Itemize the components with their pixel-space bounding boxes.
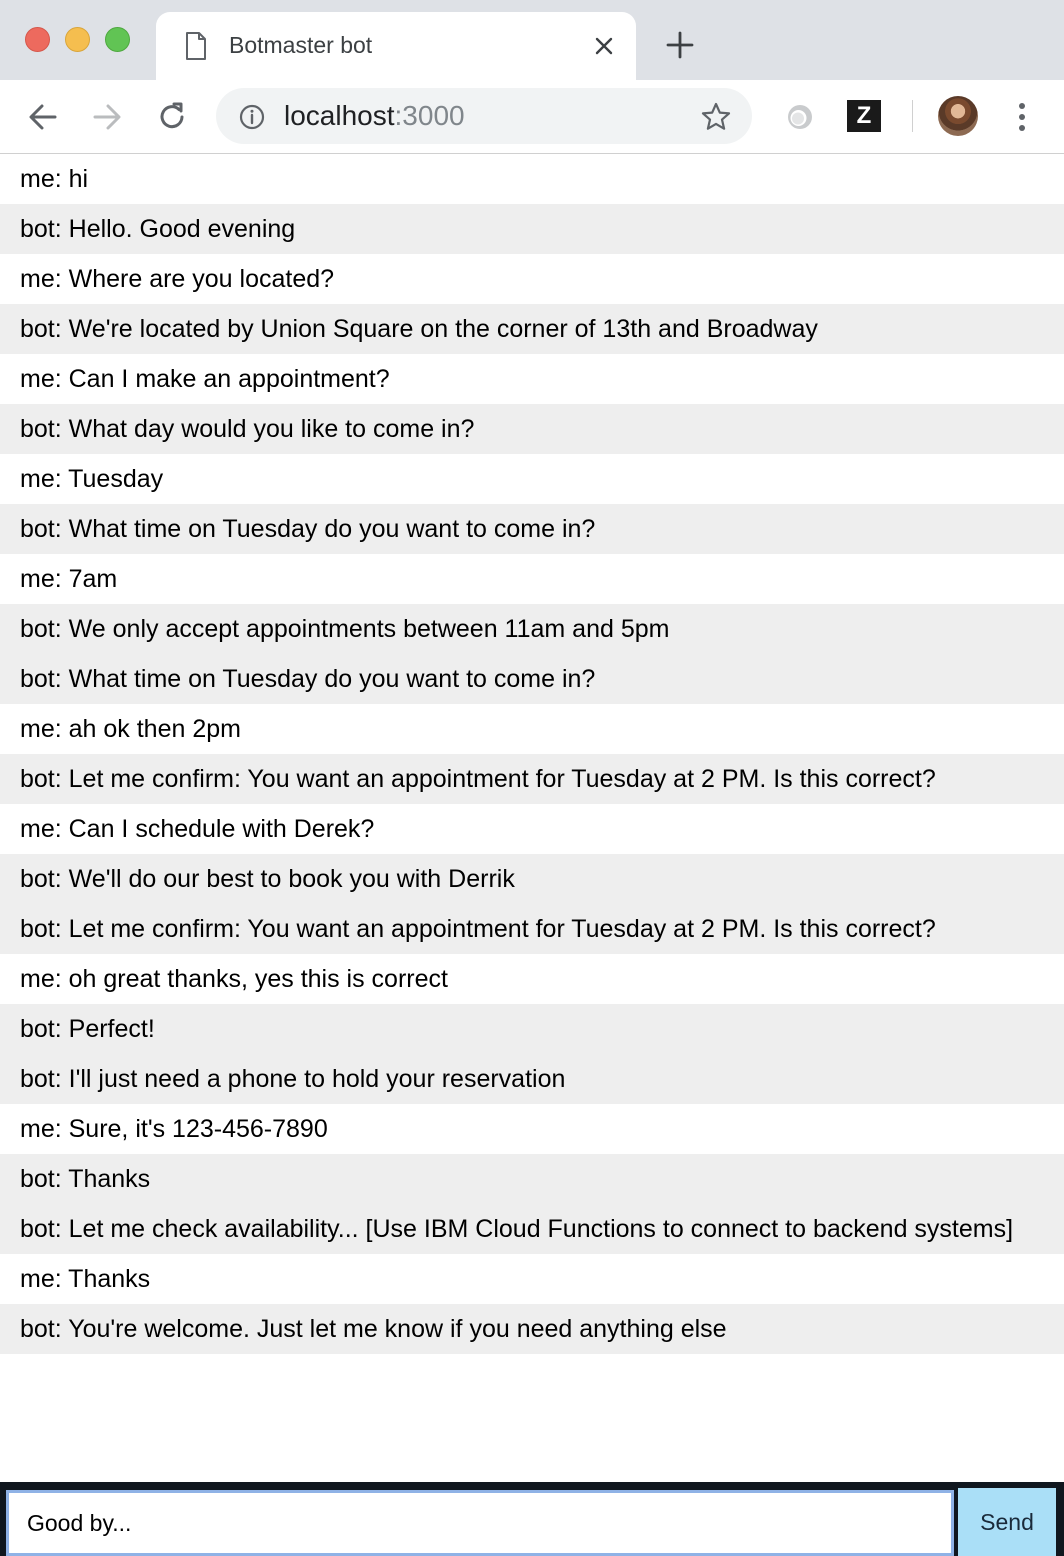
chat-message: bot: What time on Tuesday do you want to… [0,654,1064,704]
extension-z-icon[interactable]: Z [847,100,881,132]
chat-message: bot: What day would you like to come in? [0,404,1064,454]
chat-message: bot: Perfect! [0,1004,1064,1054]
chat-message: bot: What time on Tuesday do you want to… [0,504,1064,554]
chat-transcript: me: hi bot: Hello. Good evening me: Wher… [0,154,1064,1482]
chat-message: me: Thanks [0,1254,1064,1304]
window-close-button[interactable] [25,27,50,52]
chat-message: bot: We only accept appointments between… [0,604,1064,654]
plus-icon[interactable] [665,30,695,60]
chat-message: bot: Thanks [0,1154,1064,1204]
star-icon[interactable] [700,101,732,133]
chat-message: me: Tuesday [0,454,1064,504]
message-composer: Send [0,1482,1064,1556]
close-icon[interactable] [592,34,616,58]
chat-message: bot: You're welcome. Just let me know if… [0,1304,1064,1354]
chat-message: bot: Let me check availability... [Use I… [0,1204,1064,1254]
chat-message: me: Sure, it's 123-456-7890 [0,1104,1064,1154]
url-host: localhost [284,100,395,131]
document-icon [186,32,206,60]
browser-tabstrip: Botmaster bot [0,0,1064,80]
toolbar-divider [912,100,913,132]
chat-message: bot: I'll just need a phone to hold your… [0,1054,1064,1104]
browser-tab[interactable]: Botmaster bot [156,12,636,80]
send-button[interactable]: Send [958,1488,1056,1556]
chat-message: bot: We're located by Union Square on th… [0,304,1064,354]
address-bar[interactable]: localhost:3000 [216,88,752,144]
arrow-right-icon[interactable] [90,100,124,134]
reload-icon[interactable] [155,100,189,134]
chat-message: bot: Let me confirm: You want an appoint… [0,904,1064,954]
chat-message: bot: Hello. Good evening [0,204,1064,254]
chat-message: bot: Let me confirm: You want an appoint… [0,754,1064,804]
chat-message: bot: We'll do our best to book you with … [0,854,1064,904]
url-text: localhost:3000 [284,100,465,132]
window-maximize-button[interactable] [105,27,130,52]
chat-message: me: Can I make an appointment? [0,354,1064,404]
profile-avatar[interactable] [938,96,978,136]
browser-toolbar: localhost:3000 Z [0,80,1064,154]
message-input[interactable] [6,1490,954,1556]
url-port: :3000 [394,100,465,131]
window-minimize-button[interactable] [65,27,90,52]
info-icon[interactable] [238,103,266,131]
chat-message: me: ah ok then 2pm [0,704,1064,754]
arrow-left-icon[interactable] [26,100,60,134]
chat-message: me: Where are you located? [0,254,1064,304]
chat-message: me: 7am [0,554,1064,604]
chat-message: me: oh great thanks, yes this is correct [0,954,1064,1004]
chat-message: me: Can I schedule with Derek? [0,804,1064,854]
tab-title: Botmaster bot [229,32,373,58]
extension-circle-icon[interactable] [785,102,815,132]
kebab-menu-icon[interactable] [1008,100,1036,134]
chat-message: me: hi [0,154,1064,204]
